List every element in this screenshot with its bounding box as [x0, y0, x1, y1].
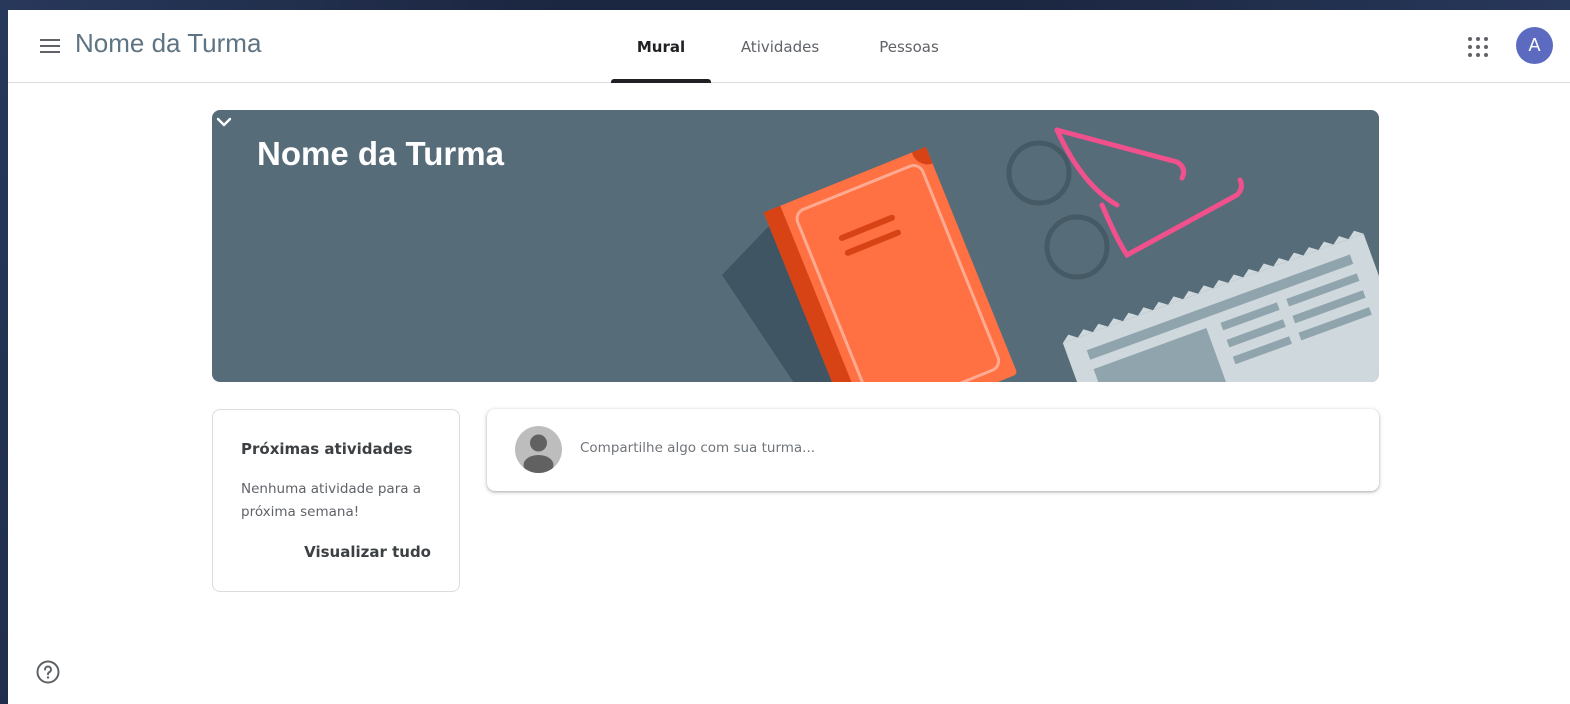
class-title[interactable]: Nome da Turma [75, 28, 261, 59]
tab-atividades[interactable]: Atividades [729, 10, 831, 83]
glasses-shadow-lens [1044, 214, 1110, 280]
tab-mural[interactable]: Mural [611, 10, 711, 83]
active-tab-indicator [611, 79, 711, 83]
share-post-box[interactable]: Compartilhe algo com sua turma... [487, 409, 1379, 491]
share-placeholder: Compartilhe algo com sua turma... [580, 440, 816, 456]
classroom-window: Nome da Turma Mural Atividades Pessoas A [8, 10, 1570, 704]
glasses-shadow-lens [1006, 140, 1072, 206]
view-all-link[interactable]: Visualizar tudo [304, 543, 431, 561]
upcoming-title: Próximas atividades [241, 440, 413, 458]
help-icon[interactable] [35, 659, 61, 685]
tab-label: Atividades [740, 37, 820, 56]
tab-pessoas[interactable]: Pessoas [864, 10, 954, 83]
banner-title: Nome da Turma [257, 135, 504, 172]
account-avatar[interactable]: A [1516, 27, 1553, 64]
upcoming-empty-text: Nenhuma atividade para a próxima semana! [241, 481, 422, 520]
class-banner: Nome da Turma [212, 110, 1379, 382]
user-placeholder-icon [515, 426, 562, 473]
chevron-down-icon[interactable] [212, 110, 236, 134]
tab-label: Pessoas [879, 37, 939, 56]
glasses-illustration [1054, 127, 1244, 259]
top-bar: Nome da Turma Mural Atividades Pessoas A [8, 10, 1570, 83]
upcoming-activities-card: Próximas atividades Nenhuma atividade pa… [212, 409, 460, 592]
tab-label: Mural [636, 37, 686, 56]
apps-grid-icon[interactable] [1467, 36, 1489, 58]
menu-icon[interactable] [38, 36, 62, 56]
